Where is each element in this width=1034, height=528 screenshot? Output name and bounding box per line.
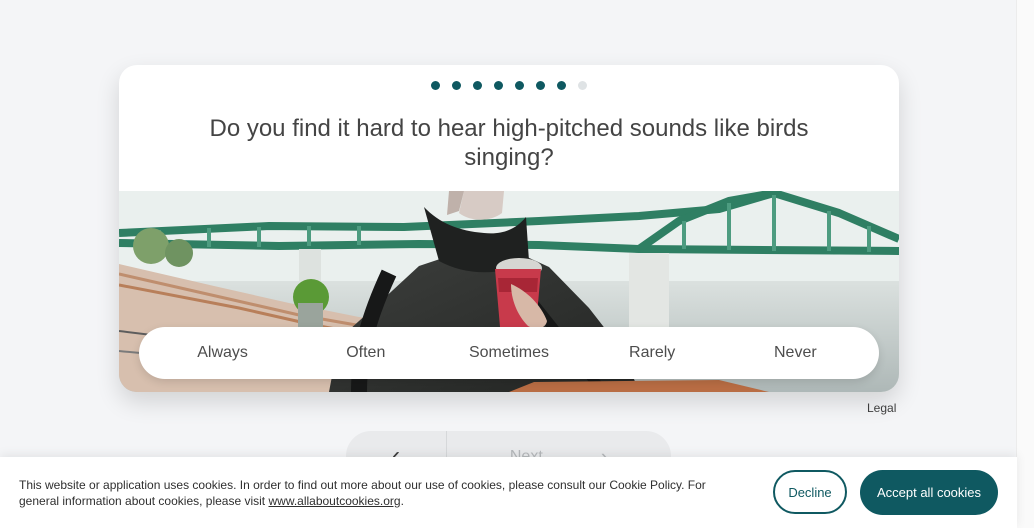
scrollbar[interactable] bbox=[1016, 0, 1034, 528]
progress-dot-1 bbox=[431, 81, 440, 90]
progress-dot-5 bbox=[515, 81, 524, 90]
answer-never[interactable]: Never bbox=[725, 344, 865, 362]
accept-cookies-button[interactable]: Accept all cookies bbox=[860, 470, 998, 515]
progress-dot-6 bbox=[536, 81, 545, 90]
progress-dot-7 bbox=[557, 81, 566, 90]
cookie-banner: This website or application uses cookies… bbox=[0, 457, 1017, 528]
progress-dot-8 bbox=[578, 81, 587, 90]
answer-options: Always Often Sometimes Rarely Never bbox=[139, 327, 879, 379]
answer-often[interactable]: Often bbox=[296, 344, 436, 362]
answer-rarely[interactable]: Rarely bbox=[582, 344, 722, 362]
question-card: Do you find it hard to hear high-pitched… bbox=[119, 65, 899, 392]
decline-cookies-button[interactable]: Decline bbox=[773, 470, 847, 514]
answer-sometimes[interactable]: Sometimes bbox=[439, 344, 579, 362]
progress-dot-2 bbox=[452, 81, 461, 90]
progress-dot-3 bbox=[473, 81, 482, 90]
allaboutcookies-link[interactable]: www.allaboutcookies.org bbox=[268, 494, 400, 508]
survey-page: Do you find it hard to hear high-pitched… bbox=[0, 0, 1034, 528]
progress-dot-4 bbox=[494, 81, 503, 90]
answer-always[interactable]: Always bbox=[153, 344, 293, 362]
cookie-message-end: . bbox=[400, 494, 404, 508]
cookie-message: This website or application uses cookies… bbox=[19, 477, 719, 509]
question-text: Do you find it hard to hear high-pitched… bbox=[209, 115, 809, 171]
progress-dots bbox=[119, 81, 899, 90]
legal-link[interactable]: Legal bbox=[867, 401, 896, 415]
